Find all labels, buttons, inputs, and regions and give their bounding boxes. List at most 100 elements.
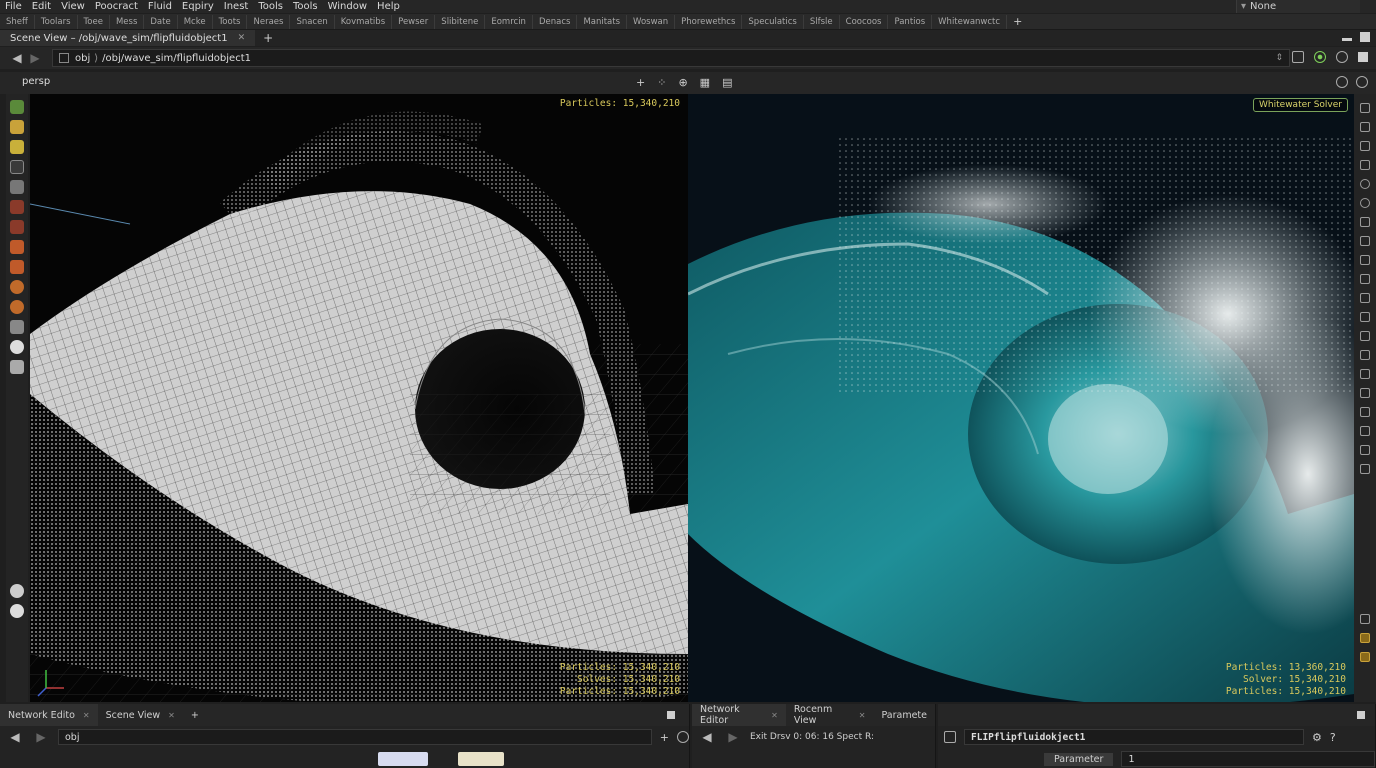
menu-poocract[interactable]: Poocract — [90, 0, 143, 13]
back-arrow-icon[interactable]: ◀ — [6, 730, 24, 744]
shading-tool-icon[interactable] — [1360, 141, 1370, 151]
forward-arrow-icon[interactable]: ▶ — [26, 51, 44, 65]
menu-eqpiry[interactable]: Eqpiry — [177, 0, 219, 13]
render-viewport[interactable]: Whitewater Solver Particles: 13,360,210 … — [688, 94, 1354, 702]
person-icon[interactable] — [1360, 464, 1370, 474]
pane-menu-icon[interactable] — [667, 711, 675, 719]
menu-view[interactable]: View — [56, 0, 90, 13]
shelf-tab[interactable]: Mess — [110, 14, 145, 29]
paint-tool-icon[interactable] — [10, 260, 24, 274]
shelf-tab[interactable]: Speculatics — [742, 14, 804, 29]
desktop-selector[interactable]: ▾ None — [1236, 0, 1360, 13]
wireframe-viewport[interactable]: Particles: 15,340,210 Particles: 15,340,… — [30, 94, 688, 702]
node-name-field[interactable]: FLIPflipfluidokject1 — [964, 729, 1304, 745]
display-tool-icon[interactable] — [1360, 103, 1370, 113]
add-tab-icon[interactable]: + — [183, 710, 207, 721]
maximize-icon[interactable] — [1360, 32, 1370, 42]
shelf-tab[interactable]: Mcke — [178, 14, 213, 29]
minimize-icon[interactable] — [1342, 38, 1352, 41]
select-tool-icon[interactable] — [10, 100, 24, 114]
menu-inest[interactable]: Inest — [219, 0, 254, 13]
shelf-tab[interactable]: Neraes — [247, 14, 291, 29]
parameter-field[interactable]: 1 — [1121, 751, 1375, 767]
add-icon[interactable]: + — [636, 76, 645, 89]
vertex-icon[interactable] — [1360, 350, 1370, 360]
cycle-tool-icon[interactable] — [10, 300, 24, 314]
frame-icon[interactable] — [1360, 236, 1370, 246]
pose-tool-icon[interactable] — [10, 140, 24, 154]
network-menu-icon[interactable] — [677, 731, 690, 743]
add-tab-icon[interactable]: + — [263, 31, 273, 45]
add-node-icon[interactable]: + — [660, 731, 669, 744]
render-icon[interactable] — [1360, 652, 1370, 662]
forward-arrow-icon[interactable]: ▶ — [724, 730, 742, 744]
view-tool-icon[interactable] — [10, 320, 24, 334]
light-tool-icon[interactable] — [10, 584, 24, 598]
pin-icon[interactable] — [1336, 51, 1348, 63]
forward-arrow-icon[interactable]: ▶ — [32, 730, 50, 744]
shelf-tab[interactable]: Coocoos — [840, 14, 889, 29]
shelf-tab[interactable]: Pewser — [392, 14, 436, 29]
menu-window[interactable]: Window — [323, 0, 372, 13]
shelf-tab[interactable]: Woswan — [627, 14, 676, 29]
move-tool-icon[interactable] — [10, 180, 24, 194]
shelf-tab[interactable]: Manitats — [577, 14, 628, 29]
arrow-tool-icon[interactable] — [10, 160, 24, 174]
shelf-tab[interactable]: Denacs — [533, 14, 578, 29]
link-icon[interactable] — [1360, 426, 1370, 436]
back-arrow-icon[interactable]: ◀ — [698, 730, 716, 744]
edge-icon[interactable] — [1360, 312, 1370, 322]
lighting-tool-icon[interactable] — [1360, 122, 1370, 132]
rotate-tool-icon[interactable] — [10, 200, 24, 214]
shelf-tab[interactable]: Eomrcin — [485, 14, 533, 29]
camera-menu[interactable]: persp — [22, 76, 50, 87]
menu-edit[interactable]: Edit — [27, 0, 56, 13]
grid-icon[interactable]: ▦ — [700, 76, 710, 89]
tab-parameters[interactable]: Paramete — [873, 710, 935, 721]
shelf-tab[interactable]: Toots — [213, 14, 248, 29]
zoom-icon[interactable]: ⊕ — [678, 76, 687, 89]
shelf-tab[interactable]: Slibitene — [435, 14, 486, 29]
network-path-field[interactable]: obj — [58, 729, 652, 745]
shelf-tab[interactable]: Sheff — [0, 14, 35, 29]
tab-network-editor[interactable]: Network Edito ✕ — [0, 704, 98, 726]
shelf-tab[interactable]: Snacen — [290, 14, 335, 29]
tab-scene-view[interactable]: Scene View – /obj/wave_sim/flipfluidobje… — [0, 30, 256, 46]
pane-square-icon[interactable] — [1358, 52, 1368, 62]
help-icon[interactable]: ? — [1330, 731, 1336, 744]
sphere-view-icon[interactable] — [1360, 179, 1370, 189]
shelf-tab[interactable]: Date — [144, 14, 178, 29]
network-node[interactable] — [458, 752, 504, 766]
scale-tool-icon[interactable] — [10, 220, 24, 234]
layout-icon[interactable]: ▤ — [722, 76, 732, 89]
path-field[interactable]: obj ⟩ /obj/wave_sim/flipfluidobject1 ⇕ — [52, 49, 1290, 67]
pivot-icon[interactable] — [1360, 255, 1370, 265]
display-options-icon[interactable] — [1292, 51, 1304, 63]
brush-tool-icon[interactable] — [10, 240, 24, 254]
snapshot-icon[interactable] — [1360, 217, 1370, 227]
green-snap-icon[interactable] — [1314, 51, 1326, 63]
shelf-tab[interactable]: Pantios — [888, 14, 933, 29]
shelf-tab[interactable]: Kovmatibs — [335, 14, 393, 29]
close-icon[interactable]: ✕ — [83, 711, 90, 720]
back-arrow-icon[interactable]: ◀ — [8, 51, 26, 65]
snap-icon[interactable]: ⁘ — [657, 76, 666, 89]
gear-icon[interactable]: ⚙ — [1312, 731, 1322, 744]
attribute-icon[interactable] — [1360, 407, 1370, 417]
shelf-tab[interactable]: Slfsle — [804, 14, 840, 29]
uv-icon[interactable] — [1360, 388, 1370, 398]
menu-tools[interactable]: Tools — [253, 0, 288, 13]
normals-icon[interactable] — [1360, 369, 1370, 379]
shelf-tab[interactable]: Whitewanwctc — [932, 14, 1008, 29]
ghost-icon[interactable] — [1360, 445, 1370, 455]
tab-network-editor-2[interactable]: Network Editor ✕ — [692, 704, 786, 726]
menu-help[interactable]: Help — [372, 0, 405, 13]
close-icon[interactable]: ✕ — [238, 33, 246, 43]
eye-tool-icon[interactable] — [10, 604, 24, 618]
prim-icon[interactable] — [1360, 331, 1370, 341]
close-icon[interactable]: ✕ — [859, 711, 866, 720]
camera-view-icon[interactable] — [1360, 160, 1370, 170]
handle-tool-icon[interactable] — [10, 120, 24, 134]
pane-menu-icon[interactable] — [1357, 711, 1365, 719]
shelf-tab[interactable]: Phorewethcs — [675, 14, 743, 29]
